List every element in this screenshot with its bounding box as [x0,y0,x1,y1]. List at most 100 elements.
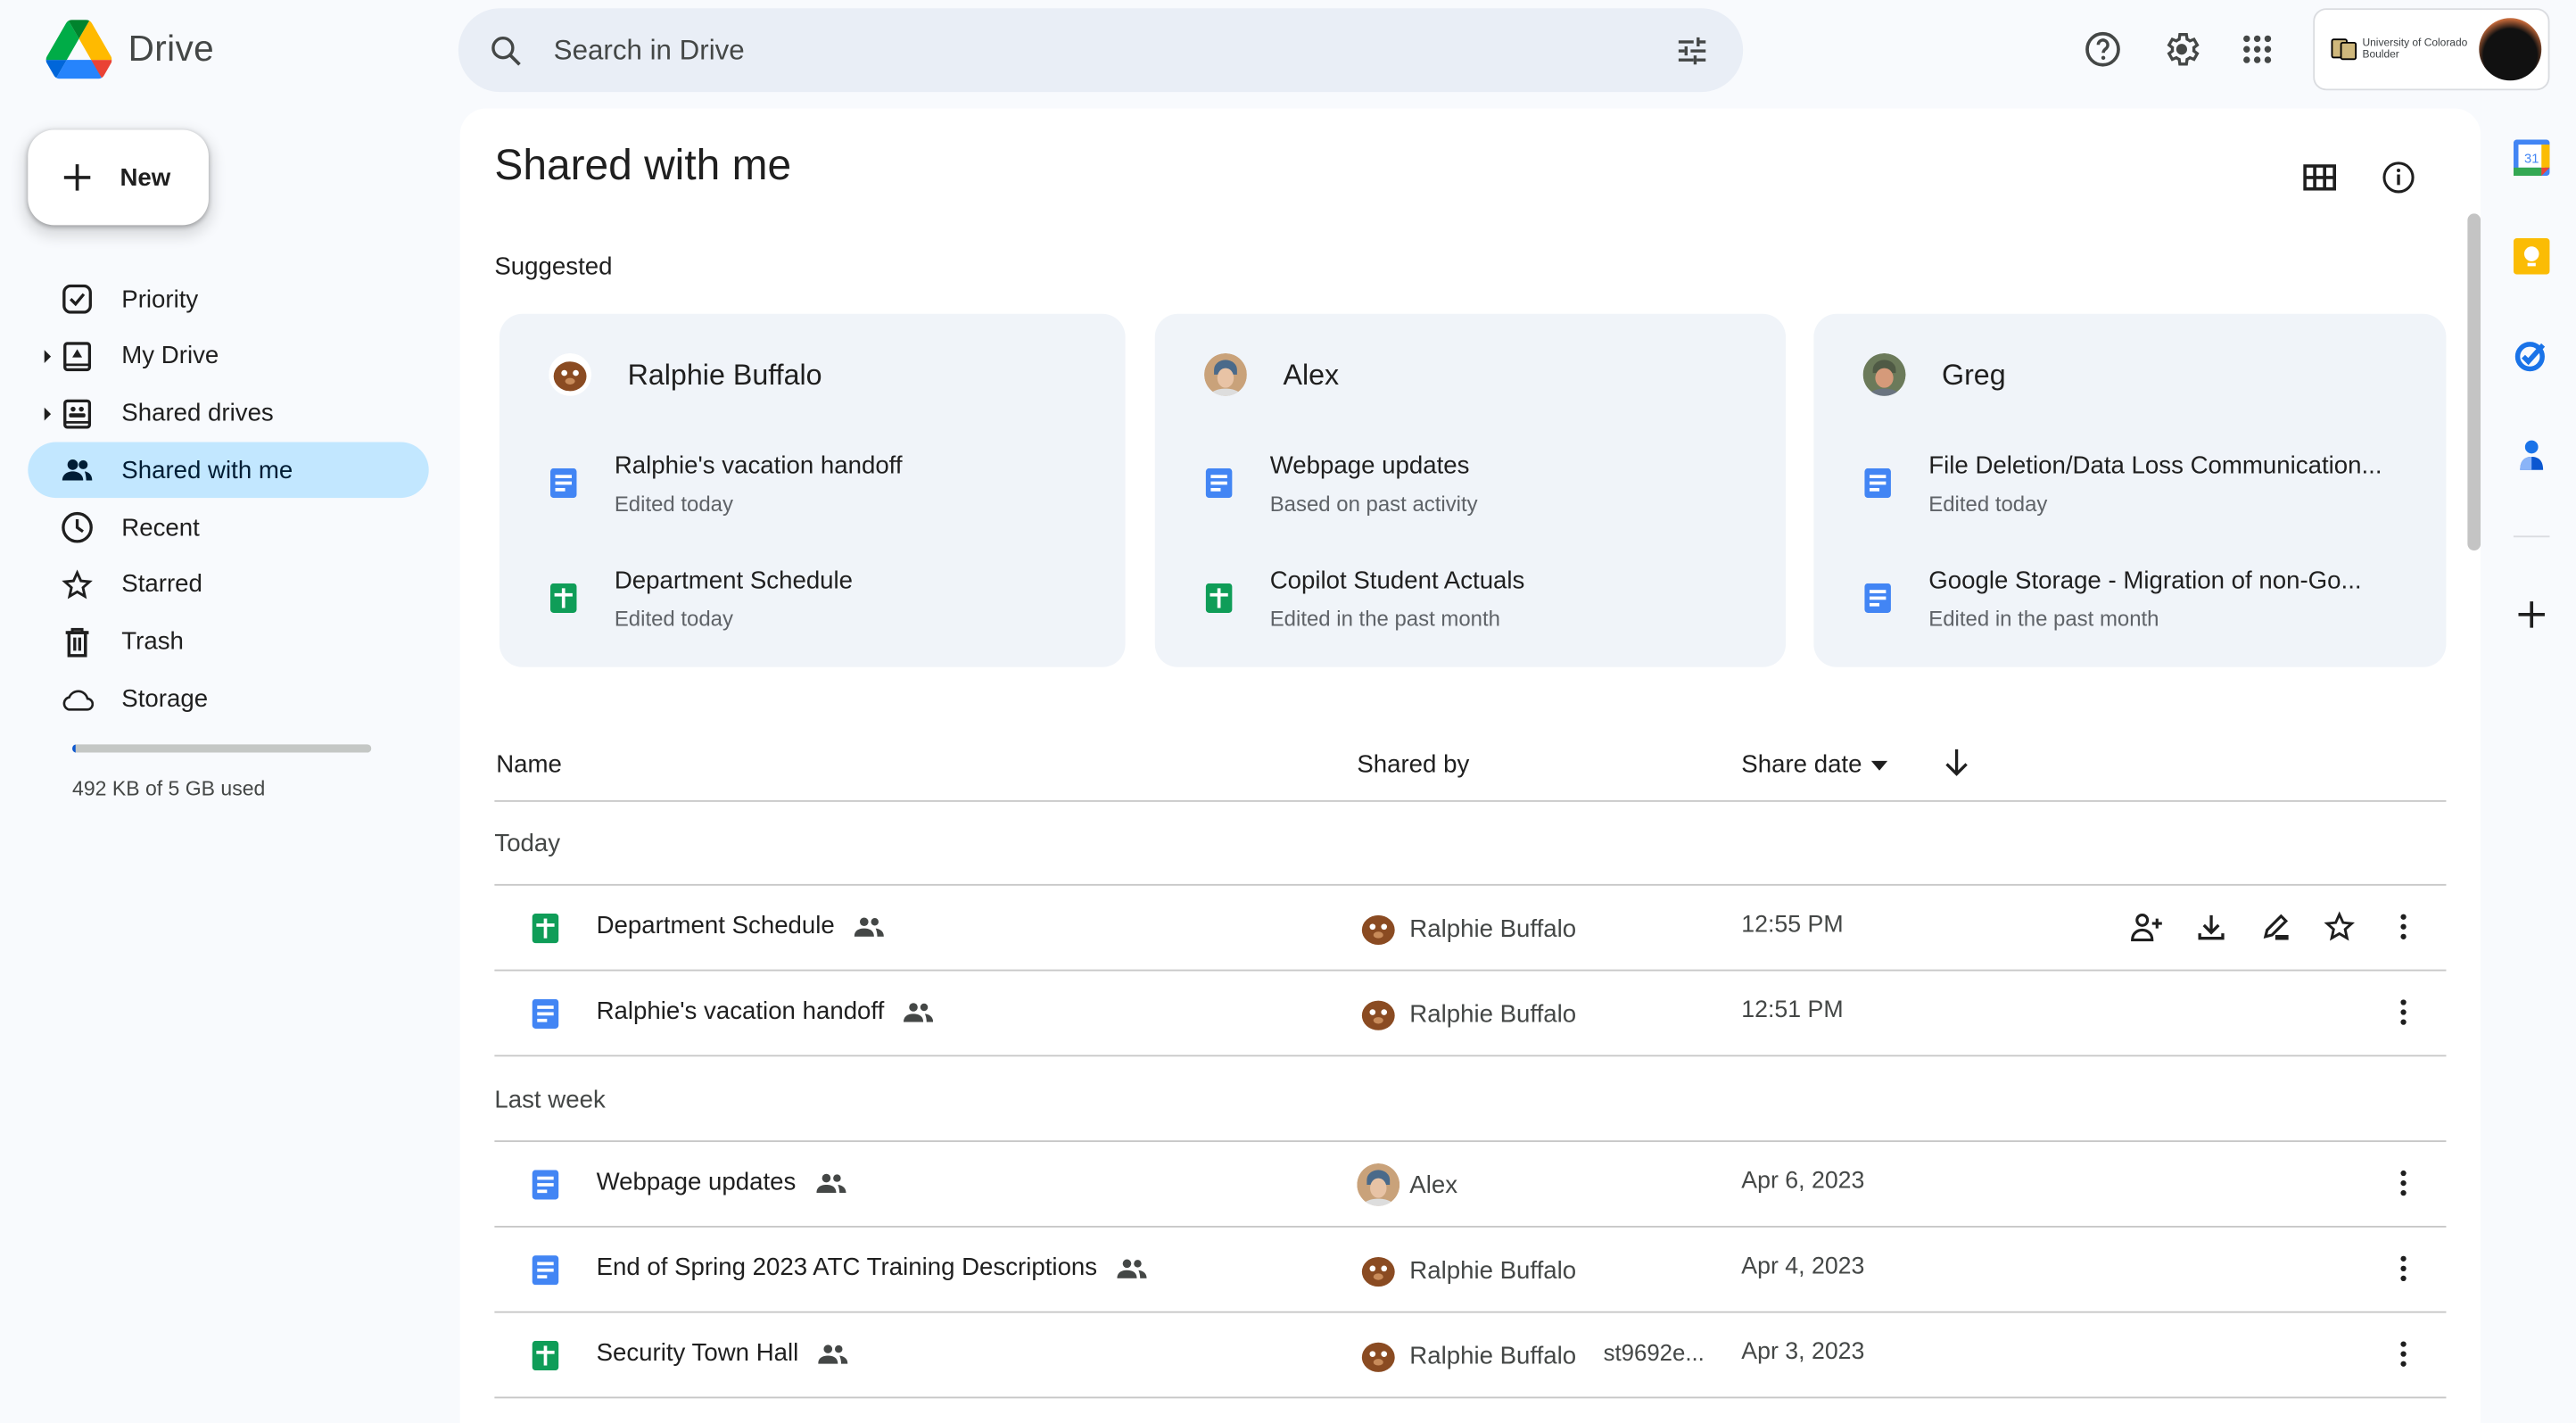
search-icon[interactable] [488,32,524,69]
star-icon[interactable] [2320,907,2359,947]
column-header-name[interactable]: Name [496,751,562,779]
settings-button[interactable] [2149,16,2215,82]
column-header-share-date[interactable]: Share date [1741,751,1888,779]
org-logo: University of Colorado Boulder [2331,37,2468,61]
group-label: Today [494,830,561,858]
org-name-line1: University of Colorado [2362,37,2468,50]
shared-people-icon [818,1344,848,1363]
sidebar-item-shared-with-me[interactable]: Shared with me [28,443,429,499]
expand-caret-icon[interactable] [44,349,52,363]
share-icon[interactable] [2127,907,2167,947]
avatar [549,352,592,396]
google-apps-button[interactable] [2225,16,2291,82]
download-icon[interactable] [2192,907,2231,947]
suggested-person[interactable]: Greg [1862,352,2006,396]
avatar [1862,352,1906,396]
suggested-person-name: Greg [1942,357,2006,391]
file-reason: Based on past activity [1269,491,1478,517]
suggested-file[interactable]: File Deletion/Data Loss Communication...… [1863,451,2382,516]
suggested-file[interactable]: Webpage updates Based on past activity [1204,451,1478,516]
suggested-heading: Suggested [494,252,613,281]
share-date: 12:51 PM [1741,997,1844,1024]
suggested-file[interactable]: Department Schedule Edited today [549,567,853,631]
suggested-person[interactable]: Ralphie Buffalo [549,352,822,396]
avatar [1357,1334,1400,1377]
more-actions-icon[interactable] [2383,1163,2423,1203]
search-input[interactable] [550,31,1674,69]
suggested-card: Greg File Deletion/Data Loss Communicati… [1813,313,2447,667]
keep-app-button[interactable] [2510,235,2553,277]
google-docs-icon [531,1170,560,1200]
sidebar-item-my-drive[interactable]: My Drive [28,328,428,385]
shared-by-cell: Ralphie Buffalo [1357,1248,1577,1292]
file-row[interactable]: Department Schedule Ralphie Buffalo 12:55… [494,886,2447,972]
plus-icon [2518,601,2545,628]
help-button[interactable] [2070,16,2136,82]
expand-caret-icon[interactable] [44,407,52,420]
shared-by-name: Ralphie Buffalo [1409,999,1577,1029]
account-avatar[interactable] [2479,18,2542,81]
sidebar-item-storage[interactable]: Storage [28,672,428,728]
shared-by-name: Ralphie Buffalo [1409,1256,1577,1285]
suggested-card: Alex Webpage updates Based on past activi… [1154,313,1787,667]
file-reason: Edited today [1928,491,2048,517]
more-actions-icon[interactable] [2383,1249,2423,1288]
new-button[interactable]: New [28,129,209,226]
drive-app: Drive University of Colorado Boulder [0,0,2576,1423]
sidebar-item-trash[interactable]: Trash [28,614,428,670]
suggested-person[interactable]: Alex [1204,352,1339,396]
rename-icon[interactable] [2256,907,2295,947]
calendar-app-button[interactable]: 31 [2510,137,2553,179]
sidebar-item-shared-drives[interactable]: Shared drives [28,385,428,442]
sidebar-item-recent[interactable]: Recent [28,500,428,556]
contacts-app-button[interactable] [2510,434,2553,476]
new-button-label: New [120,163,171,192]
help-icon [2085,31,2120,67]
shared-people-icon [904,1002,934,1022]
shared-by-cell: Ralphie Buffalo [1357,1334,1576,1377]
settings-icon [2167,33,2200,66]
tasks-app-button[interactable] [2510,334,2553,376]
scrollbar-thumb[interactable] [2467,213,2481,551]
file-name-cell: Department Schedule [596,912,885,940]
file-name-cell: Ralphie's vacation handoff [597,997,934,1025]
share-date: Apr 6, 2023 [1741,1168,1865,1195]
file-table-header: Name Shared by Share date [494,732,2447,802]
truncated-owner-text: st9692e... [1603,1339,1705,1366]
get-addons-button[interactable] [2510,593,2553,636]
sidebar-item-priority[interactable]: Priority [28,271,428,327]
rail-divider [2513,535,2550,538]
search-bar[interactable] [458,8,1744,93]
suggested-file[interactable]: Google Storage - Migration of non-Go... E… [1863,567,2362,631]
file-name: Ralphie's vacation handoff [596,997,885,1026]
sidebar-item-starred[interactable]: Starred [28,557,428,613]
more-actions-icon[interactable] [2383,907,2423,947]
sidebar-item-label: Shared drives [121,399,274,428]
grid-view-button[interactable] [2287,145,2353,211]
file-row[interactable]: Webpage updates Alex Apr 6, 2023 [494,1142,2447,1228]
file-name: Webpage updates [1269,451,1470,480]
google-docs-icon [1204,467,1234,516]
file-reason: Edited in the past month [1928,606,2159,632]
view-details-button[interactable] [2365,145,2432,211]
shared-drives-icon [61,397,94,430]
account-switcher[interactable]: University of Colorado Boulder [2313,8,2550,91]
drive-logo[interactable]: Drive [45,20,214,79]
avatar [1357,992,1400,1036]
clock-icon [61,511,94,544]
calendar-day: 31 [2524,152,2539,166]
search-options-icon[interactable] [1674,32,1711,69]
suggested-file[interactable]: Ralphie's vacation handoff Edited today [549,451,903,516]
suggested-file[interactable]: Copilot Student Actuals Edited in the pas… [1204,567,1524,631]
sidebar-item-label: Priority [121,285,199,313]
file-row[interactable]: Ralphie's vacation handoff Ralphie Buffa… [494,972,2447,1057]
file-row[interactable]: End of Spring 2023 ATC Training Descript… [494,1228,2447,1313]
column-header-shared-by[interactable]: Shared by [1357,751,1469,779]
more-actions-icon[interactable] [2383,1335,2423,1374]
sort-direction-button[interactable] [1944,748,1969,777]
shared-people-icon [854,916,885,936]
more-actions-icon[interactable] [2383,992,2423,1031]
file-name: Department Schedule [596,912,835,940]
file-row[interactable]: Security Town Hall Ralphie Buffalo st9692… [494,1313,2447,1399]
avatar [1204,352,1247,396]
